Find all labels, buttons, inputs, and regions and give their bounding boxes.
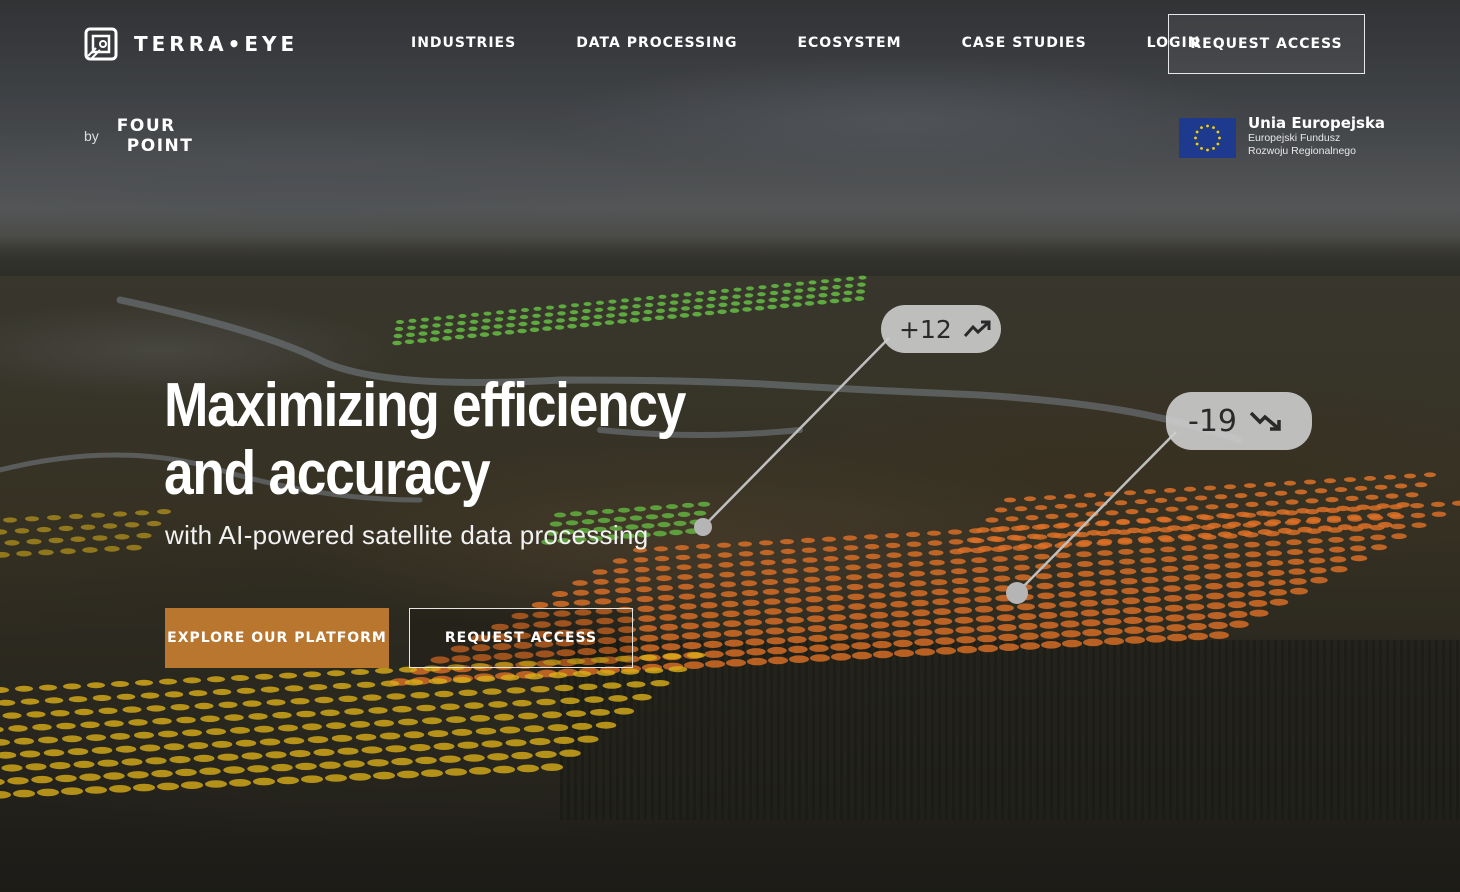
site-header: TERRA•EYE INDUSTRIES DATA PROCESSING ECO…: [0, 0, 1460, 90]
fourpoint-logo-line2: POINT: [126, 136, 194, 156]
brand-logo-link[interactable]: TERRA•EYE: [84, 27, 298, 61]
fourpoint-logo[interactable]: FOUR POINT: [117, 116, 194, 156]
callout-line-down: [1016, 431, 1177, 594]
eu-star: [1212, 146, 1215, 150]
nav-industries[interactable]: INDUSTRIES: [411, 35, 516, 51]
eu-star: [1216, 130, 1220, 134]
eu-title: Unia Europejska: [1248, 114, 1386, 132]
fourpoint-logo-line1: FOUR: [116, 116, 176, 136]
callout-line-up: [702, 337, 890, 528]
eu-star: [1212, 126, 1215, 130]
brand-name: TERRA•EYE: [134, 32, 299, 56]
nav-ecosystem[interactable]: ECOSYSTEM: [797, 35, 901, 51]
nav-case-studies[interactable]: CASE STUDIES: [962, 35, 1087, 51]
callout-point-down: [1006, 582, 1028, 604]
callout-value: -19: [1188, 403, 1237, 439]
eu-star: [1195, 130, 1199, 134]
nav-data-processing[interactable]: DATA PROCESSING: [576, 35, 737, 51]
main-nav: INDUSTRIES DATA PROCESSING ECOSYSTEM CAS…: [411, 35, 1200, 51]
by-label: by: [84, 128, 99, 144]
eu-star: [1218, 136, 1221, 140]
eu-flag-icon: [1179, 118, 1236, 158]
eu-star: [1206, 148, 1209, 152]
partner-byline: by FOUR POINT: [84, 116, 193, 156]
trend-down-icon: [1249, 411, 1281, 431]
eu-subtitle-line2: Rozwoju Regionalnego: [1248, 145, 1356, 157]
callout-point-up: [694, 518, 712, 536]
eu-star: [1200, 146, 1203, 150]
eu-funding-badge: Unia Europejska Europejski Fundusz Rozwo…: [1179, 114, 1385, 158]
eu-star: [1200, 126, 1203, 130]
hero-title-line1: Maximizing efficiency: [164, 371, 686, 440]
hero-request-access-button[interactable]: REQUEST ACCESS: [409, 608, 633, 668]
eu-star: [1216, 142, 1220, 146]
hero-subtitle: with AI-powered satellite data processin…: [165, 520, 649, 550]
callout-badge-decrease: -19: [1166, 392, 1312, 450]
terraeye-logo-icon: [84, 27, 118, 61]
explore-platform-button[interactable]: EXPLORE OUR PLATFORM: [165, 608, 389, 668]
hero-title-line2: and accuracy: [164, 439, 491, 508]
eu-star: [1206, 124, 1209, 128]
callout-badge-increase: +12: [881, 305, 1001, 353]
callout-value: +12: [899, 314, 952, 344]
eu-star: [1195, 142, 1199, 146]
eu-subtitle-line1: Europejski Fundusz: [1248, 132, 1341, 144]
header-request-access-button[interactable]: REQUEST ACCESS: [1168, 14, 1365, 74]
hero-title: Maximizing efficiency and accuracy: [164, 371, 686, 508]
eu-star: [1194, 136, 1197, 140]
trend-up-icon: [963, 320, 991, 337]
